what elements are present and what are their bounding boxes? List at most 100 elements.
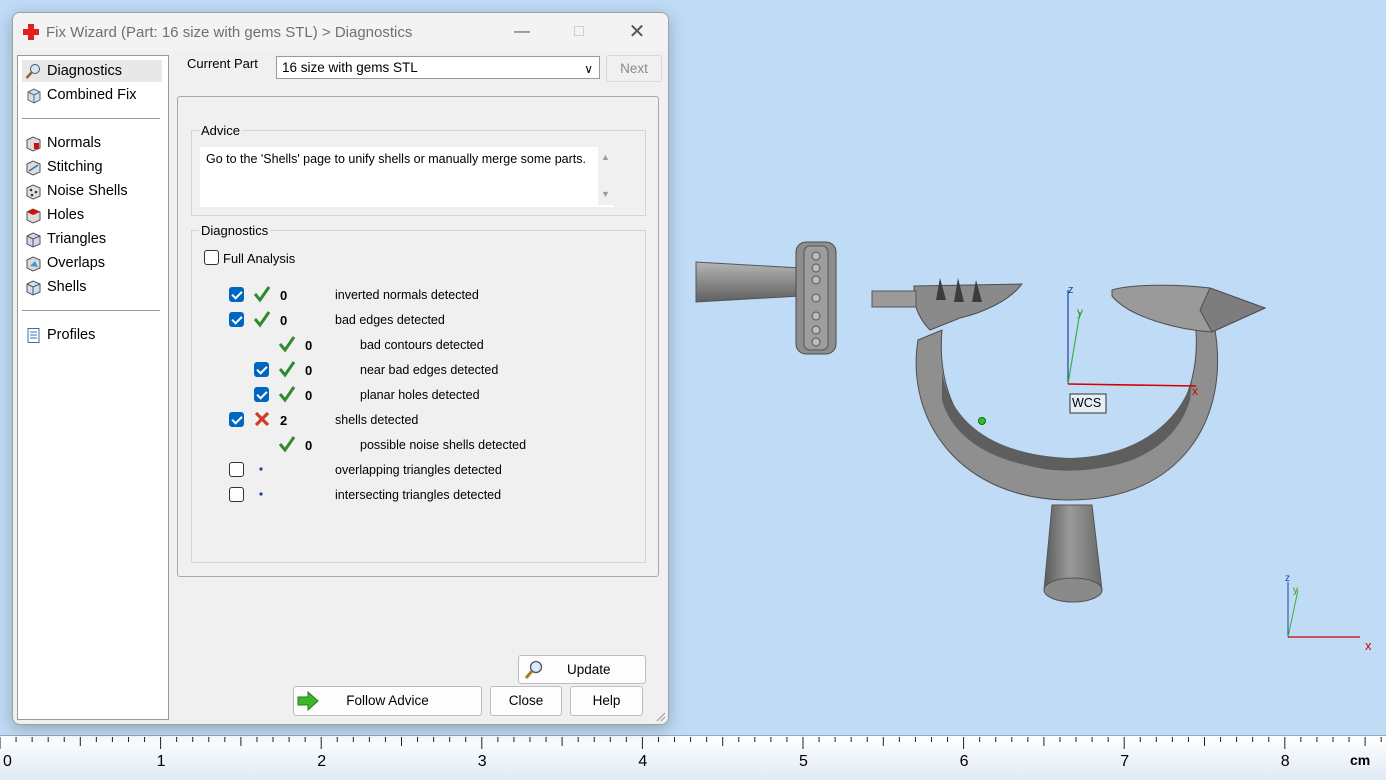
axis-x-label: x xyxy=(1192,384,1198,398)
full-analysis-checkbox[interactable] xyxy=(204,250,219,265)
diag-count: 0 xyxy=(280,313,288,328)
minimize-icon: — xyxy=(514,23,530,40)
nav-label: Stitching xyxy=(47,159,103,175)
triad-x-label: x xyxy=(1365,638,1372,653)
nav-item-triangles[interactable]: Triangles xyxy=(22,228,162,250)
help-button[interactable]: Help xyxy=(570,686,643,716)
title-bar[interactable]: Fix Wizard (Part: 16 size with gems STL)… xyxy=(13,13,668,51)
wizard-nav: Diagnostics Combined Fix Normals Stitchi… xyxy=(17,55,169,720)
advice-text: Go to the 'Shells' page to unify shells … xyxy=(206,152,586,166)
arrow-right-icon xyxy=(297,691,319,711)
nav-item-profiles[interactable]: Profiles xyxy=(22,324,162,346)
diag-checkbox[interactable] xyxy=(254,387,269,402)
nav-item-holes[interactable]: Holes xyxy=(22,204,162,226)
nav-label: Shells xyxy=(47,279,87,295)
ruler-label: 6 xyxy=(959,753,969,770)
ruler-label: 3 xyxy=(477,753,487,770)
nav-item-stitching[interactable]: Stitching xyxy=(22,156,162,178)
current-part-value: 16 size with gems STL xyxy=(282,60,418,75)
minimize-button[interactable]: — xyxy=(499,19,545,45)
axis-y-label: y xyxy=(1077,305,1083,319)
nav-item-diagnostics[interactable]: Diagnostics xyxy=(22,60,162,82)
normals-icon xyxy=(26,136,41,152)
stitching-icon xyxy=(26,160,41,176)
diag-checkbox[interactable] xyxy=(229,312,244,327)
maximize-icon: □ xyxy=(574,23,584,40)
chevron-down-icon: ∨ xyxy=(584,62,593,76)
diag-label: intersecting triangles detected xyxy=(335,488,502,502)
shells-icon xyxy=(26,280,41,296)
diag-label: shells detected xyxy=(335,413,419,427)
diag-label: bad contours detected xyxy=(360,338,484,352)
blue-dot-icon xyxy=(259,467,263,471)
diag-label: planar holes detected xyxy=(360,388,480,402)
nav-item-combined-fix[interactable]: Combined Fix xyxy=(22,84,162,106)
current-part-select[interactable]: 16 size with gems STL ∨ xyxy=(276,56,600,79)
corner-triad xyxy=(1287,582,1360,638)
triangles-icon xyxy=(26,232,41,248)
nav-label: Normals xyxy=(47,135,101,151)
wcs-label: WCS xyxy=(1072,396,1102,410)
current-part-label: Current Part xyxy=(187,56,258,71)
follow-advice-button[interactable]: Follow Advice xyxy=(293,686,482,716)
advice-group: Advice Go to the 'Shells' page to unify … xyxy=(191,123,646,216)
diag-label: overlapping triangles detected xyxy=(335,463,502,477)
scroll-down-icon[interactable]: ▼ xyxy=(601,189,610,199)
ruler-label: 5 xyxy=(799,753,808,770)
advice-title: Advice xyxy=(199,123,243,138)
gem-shell-part xyxy=(695,241,837,355)
diag-checkbox[interactable] xyxy=(229,287,244,302)
axis-z-label: z xyxy=(1068,284,1074,296)
ruler: cm 0 1 2 3 4 5 6 7 8 xyxy=(0,735,1386,780)
update-button[interactable]: Update xyxy=(518,655,646,684)
scroll-up-icon[interactable]: ▲ xyxy=(601,152,610,162)
ruler-label: 0 xyxy=(3,753,12,770)
triad-y-label: y xyxy=(1293,585,1298,596)
diag-count: 0 xyxy=(305,388,313,403)
diag-checkbox[interactable] xyxy=(229,462,244,477)
ruler-label: 4 xyxy=(638,753,648,770)
close-icon: ✕ xyxy=(628,21,646,43)
close-button[interactable]: Close xyxy=(490,686,562,716)
nav-item-normals[interactable]: Normals xyxy=(22,132,162,154)
diag-checkbox[interactable] xyxy=(254,362,269,377)
green-check-icon xyxy=(253,311,271,328)
next-button[interactable]: Next xyxy=(606,55,662,82)
ruler-label: 8 xyxy=(1280,753,1290,770)
fix-wizard-dialog: Fix Wizard (Part: 16 size with gems STL)… xyxy=(12,12,669,725)
diag-label: bad edges detected xyxy=(335,313,445,327)
nav-label: Triangles xyxy=(47,231,107,247)
maximize-button[interactable]: □ xyxy=(556,19,602,45)
ruler-label: 2 xyxy=(317,753,327,770)
nav-label: Profiles xyxy=(47,327,96,343)
ruler-unit: cm xyxy=(1350,752,1371,768)
diag-checkbox[interactable] xyxy=(229,487,244,502)
overlaps-icon xyxy=(26,256,41,272)
nav-label: Overlaps xyxy=(47,255,106,271)
ruler-label: 1 xyxy=(156,753,166,770)
diag-label: near bad edges detected xyxy=(360,363,499,377)
close-window-button[interactable]: ✕ xyxy=(614,19,660,45)
green-check-icon xyxy=(253,286,271,303)
resize-grip-icon[interactable] xyxy=(654,710,666,722)
holes-icon xyxy=(26,208,41,224)
nav-item-shells[interactable]: Shells xyxy=(22,276,162,298)
advice-scrollbar[interactable]: ▲ ▼ xyxy=(598,147,616,205)
diagnostics-title: Diagnostics xyxy=(199,223,271,238)
diag-count: 0 xyxy=(305,338,313,353)
nav-item-noise-shells[interactable]: Noise Shells xyxy=(22,180,162,202)
nav-label: Diagnostics xyxy=(47,63,122,79)
red-cross-icon xyxy=(23,24,39,40)
nav-divider xyxy=(22,310,160,311)
diag-count: 2 xyxy=(280,413,288,428)
diag-checkbox[interactable] xyxy=(229,412,244,427)
diagnostics-panel: Advice Go to the 'Shells' page to unify … xyxy=(177,96,659,684)
follow-advice-label: Follow Advice xyxy=(346,693,429,708)
diag-count: 0 xyxy=(305,438,313,453)
green-check-icon xyxy=(278,436,296,453)
nav-item-overlaps[interactable]: Overlaps xyxy=(22,252,162,274)
update-label: Update xyxy=(567,662,611,677)
nav-label: Holes xyxy=(47,207,85,223)
advice-textbox[interactable]: Go to the 'Shells' page to unify shells … xyxy=(200,147,616,207)
full-analysis-label: Full Analysis xyxy=(223,251,296,266)
